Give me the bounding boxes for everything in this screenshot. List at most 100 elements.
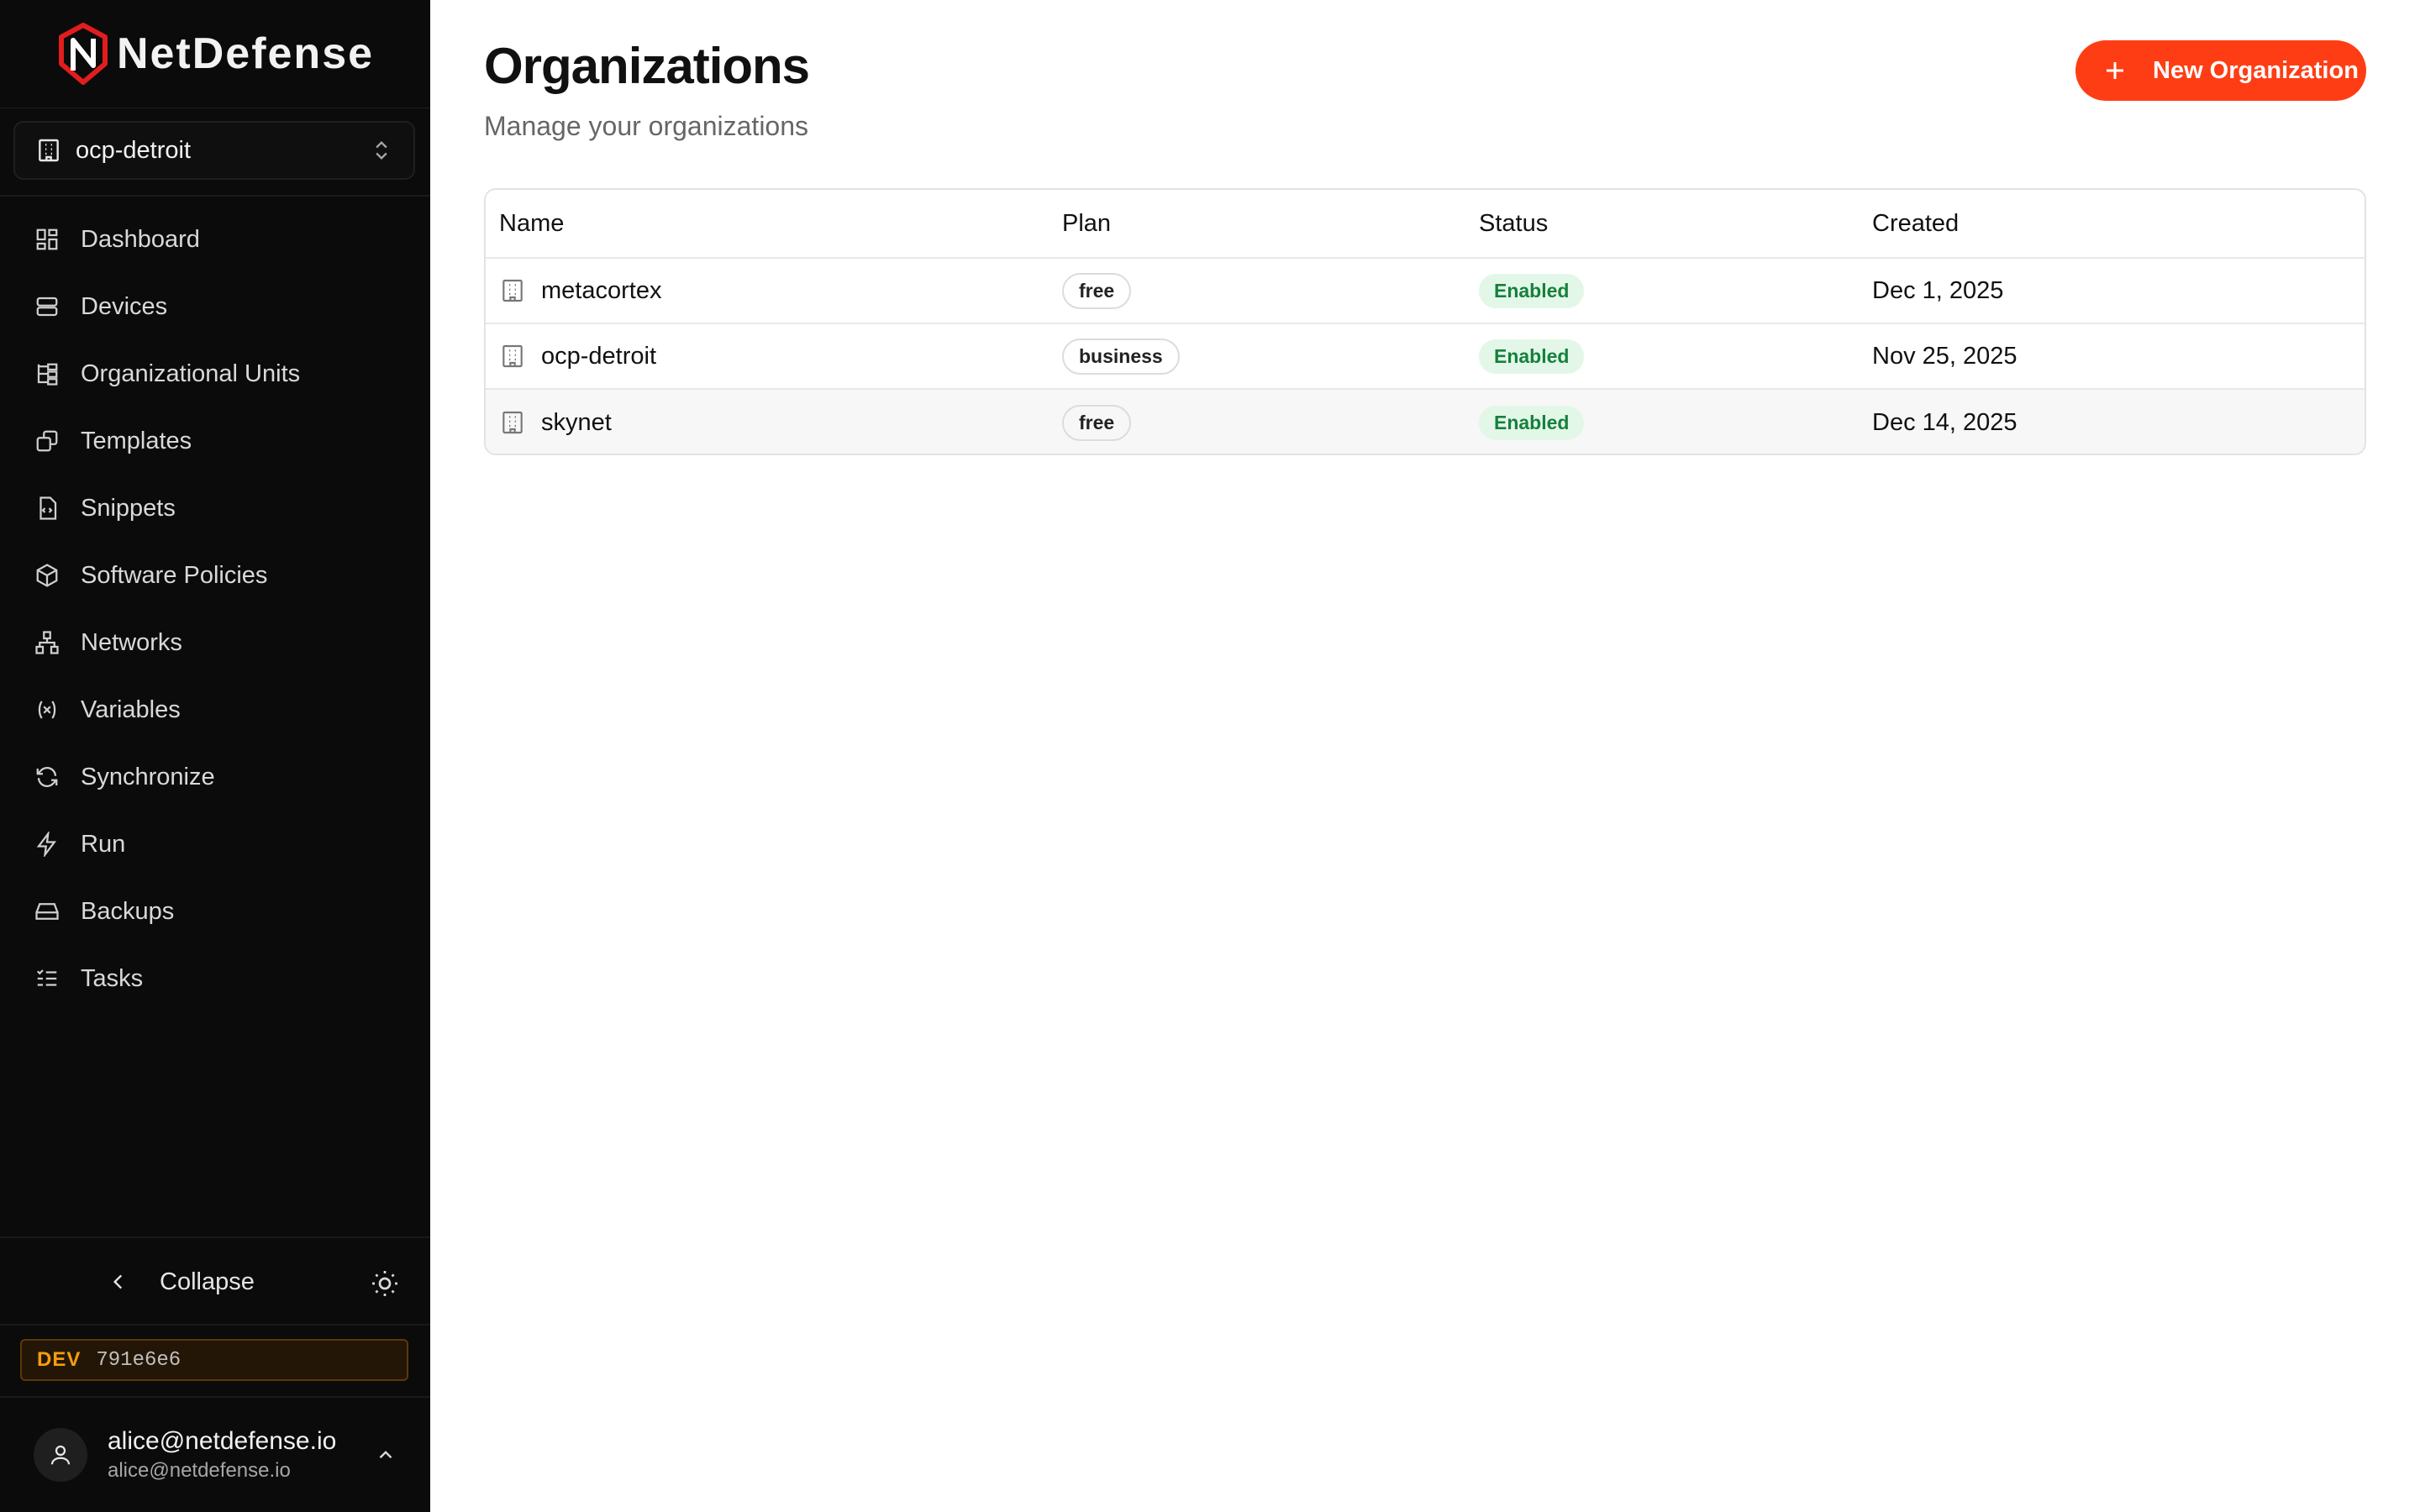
table-row[interactable]: metacortex free Enabled Dec 1, 2025 <box>486 259 2365 324</box>
sidebar-item-organizational-units[interactable]: Organizational Units <box>0 340 430 407</box>
new-organization-button[interactable]: New Organization <box>2075 40 2366 101</box>
collapse-button[interactable]: Collapse <box>108 1268 255 1296</box>
sidebar-item-label: Dashboard <box>81 225 200 253</box>
page-subtitle: Manage your organizations <box>484 111 809 141</box>
sidebar-item-label: Variables <box>81 696 181 723</box>
organization-name[interactable]: ocp-detroit <box>541 343 656 370</box>
environment-label: DEV <box>37 1348 82 1371</box>
table-row[interactable]: skynet free Enabled Dec 14, 2025 <box>486 390 2365 454</box>
list-checks-icon <box>34 965 60 992</box>
network-icon <box>34 629 60 656</box>
refresh-icon <box>34 764 60 790</box>
brand-name: NetDefense <box>116 29 375 78</box>
zap-icon <box>34 831 60 858</box>
sidebar-nav: Dashboard Devices Organizational Units T… <box>0 206 430 1012</box>
table-row[interactable]: ocp-detroit business Enabled Nov 25, 202… <box>486 324 2365 390</box>
chevrons-up-down-icon <box>376 141 387 160</box>
file-code-icon <box>34 495 60 522</box>
building-icon <box>502 279 523 302</box>
divider <box>0 195 430 197</box>
chevron-left-icon <box>113 1274 123 1289</box>
sidebar-item-devices[interactable]: Devices <box>0 273 430 340</box>
plan-cell: free <box>1062 259 1132 323</box>
sidebar-item-variables[interactable]: Variables <box>0 676 430 743</box>
current-organization: ocp-detroit <box>76 136 192 164</box>
template-icon <box>34 428 60 454</box>
sidebar-item-run[interactable]: Run <box>0 811 430 878</box>
hard-drive-icon <box>34 898 60 925</box>
created-date: Dec 1, 2025 <box>1872 276 2004 304</box>
table-header-row: Name Plan Status Created <box>486 190 2365 259</box>
build-hash: 791e6e6 <box>96 1348 182 1372</box>
chevron-up-icon <box>379 1451 392 1459</box>
tree-icon <box>34 360 60 387</box>
sidebar-item-label: Templates <box>81 427 192 454</box>
sidebar-item-label: Software Policies <box>81 561 268 589</box>
variable-icon <box>34 696 60 723</box>
sidebar-item-label: Tasks <box>81 964 144 992</box>
collapse-label: Collapse <box>160 1268 255 1295</box>
collapse-row: Collapse <box>0 1252 430 1312</box>
sidebar-item-label: Backups <box>81 897 175 925</box>
created-date: Dec 14, 2025 <box>1872 408 2018 436</box>
netdefense-logo-icon <box>58 23 108 85</box>
column-header-status[interactable]: Status <box>1479 190 1548 257</box>
sidebar-item-label: Networks <box>81 628 182 656</box>
name-cell: metacortex <box>499 259 661 323</box>
status-badge: Enabled <box>1479 273 1585 308</box>
plan-badge: free <box>1062 404 1132 441</box>
package-icon <box>34 562 60 589</box>
dashboard-icon <box>34 226 60 253</box>
user-icon <box>50 1445 71 1465</box>
sidebar-item-synchronize[interactable]: Synchronize <box>0 743 430 811</box>
building-icon <box>502 344 523 368</box>
sidebar-item-networks[interactable]: Networks <box>0 609 430 676</box>
theme-toggle-sun-icon[interactable] <box>370 1268 400 1299</box>
sidebar-item-snippets[interactable]: Snippets <box>0 475 430 542</box>
created-date: Nov 25, 2025 <box>1872 342 2018 370</box>
status-cell: Enabled <box>1479 324 1585 388</box>
name-cell: skynet <box>499 390 612 454</box>
status-badge: Enabled <box>1479 405 1585 440</box>
page-title: Organizations <box>484 38 810 94</box>
plan-badge: business <box>1062 338 1180 375</box>
divider <box>0 1324 430 1326</box>
plan-cell: free <box>1062 390 1132 454</box>
plus-icon <box>2107 62 2123 79</box>
name-cell: ocp-detroit <box>499 324 656 388</box>
plan-badge: free <box>1062 272 1132 309</box>
sidebar-item-label: Organizational Units <box>81 360 301 387</box>
user-name: alice@netdefense.io <box>108 1427 337 1455</box>
environment-badge: DEV 791e6e6 <box>20 1339 408 1381</box>
organization-name[interactable]: skynet <box>541 409 612 437</box>
building-icon <box>39 139 59 162</box>
sidebar-item-label: Devices <box>81 292 168 320</box>
logo[interactable]: NetDefense <box>0 0 430 108</box>
plan-cell: business <box>1062 324 1180 388</box>
sidebar-item-dashboard[interactable]: Dashboard <box>0 206 430 273</box>
sidebar-item-label: Snippets <box>81 494 176 522</box>
main-content: Organizations Manage your organizations … <box>430 0 2420 1512</box>
new-organization-label: New Organization <box>2153 56 2359 84</box>
sidebar-item-templates[interactable]: Templates <box>0 407 430 475</box>
sidebar-item-label: Run <box>81 830 126 858</box>
user-email: alice@netdefense.io <box>108 1459 291 1482</box>
divider <box>0 1236 430 1238</box>
status-badge: Enabled <box>1479 339 1585 374</box>
user-menu[interactable]: alice@netdefense.io alice@netdefense.io <box>0 1398 430 1512</box>
sidebar-item-backups[interactable]: Backups <box>0 878 430 945</box>
avatar <box>34 1428 87 1482</box>
organization-name[interactable]: metacortex <box>541 277 661 305</box>
column-header-created[interactable]: Created <box>1872 190 1959 257</box>
sidebar-item-software-policies[interactable]: Software Policies <box>0 542 430 609</box>
column-header-plan[interactable]: Plan <box>1062 190 1111 257</box>
column-header-name[interactable]: Name <box>499 190 564 257</box>
building-icon <box>502 411 523 434</box>
server-icon <box>34 293 60 320</box>
sidebar-item-tasks[interactable]: Tasks <box>0 945 430 1012</box>
organization-switcher[interactable]: ocp-detroit <box>13 121 415 180</box>
organizations-table: Name Plan Status Created metacortex free… <box>484 188 2366 455</box>
status-cell: Enabled <box>1479 390 1585 454</box>
sidebar-item-label: Synchronize <box>81 763 215 790</box>
status-cell: Enabled <box>1479 259 1585 323</box>
